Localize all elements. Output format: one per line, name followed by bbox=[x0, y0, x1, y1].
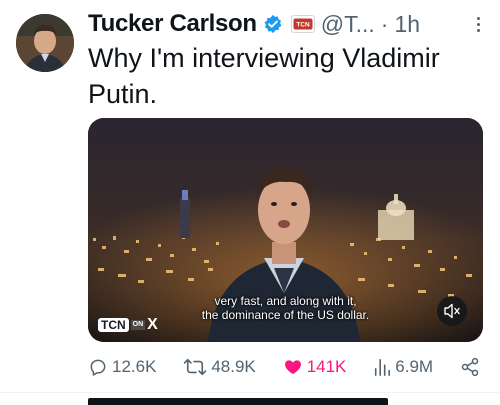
tweet-divider bbox=[0, 392, 500, 393]
avatar-image bbox=[16, 14, 74, 72]
like-button[interactable]: 141K bbox=[283, 357, 347, 377]
display-name[interactable]: Tucker Carlson bbox=[88, 10, 257, 38]
handle[interactable]: @T... bbox=[321, 11, 375, 38]
timestamp[interactable]: 1h bbox=[394, 11, 420, 38]
like-count: 141K bbox=[306, 357, 347, 376]
views-icon bbox=[375, 358, 391, 376]
views-count: 6.9M bbox=[395, 357, 434, 376]
repost-count: 48.9K bbox=[211, 357, 256, 376]
more-icon[interactable] bbox=[468, 12, 488, 36]
reply-button[interactable]: 12.6K bbox=[88, 357, 156, 377]
reply-icon bbox=[90, 359, 106, 376]
repost-button[interactable]: 48.9K bbox=[183, 357, 256, 377]
tweet-header: Tucker Carlson TCN @T... · 1h bbox=[88, 8, 488, 40]
verified-icon bbox=[264, 14, 282, 34]
tweet[interactable]: Tucker Carlson TCN @T... · 1h Why I'm in… bbox=[0, 0, 500, 405]
tcn-watermark: TCN ON X bbox=[98, 317, 158, 333]
mute-icon bbox=[444, 303, 460, 319]
next-tweet-header-cutoff bbox=[88, 398, 388, 405]
views-button[interactable]: 6.9M bbox=[373, 357, 433, 377]
affiliate-logo: TCN bbox=[293, 18, 313, 30]
watermark-on: ON bbox=[130, 320, 146, 330]
separator-dot: · bbox=[380, 10, 389, 37]
watermark-x: X bbox=[147, 316, 158, 333]
tweet-actions: 12.6K 48.9K 141K 6.9M bbox=[88, 352, 480, 382]
caption-line: very fast, and along with it, bbox=[214, 294, 357, 308]
tweet-text: Why I'm interviewing Vladimir Putin. bbox=[88, 40, 488, 112]
share-button[interactable] bbox=[460, 357, 480, 377]
share-icon bbox=[461, 357, 479, 377]
watermark-tcn: TCN bbox=[98, 318, 129, 332]
tweet-text-line: Why I'm interviewing Vladimir bbox=[88, 43, 440, 73]
affiliate-badge-icon[interactable]: TCN bbox=[290, 15, 315, 33]
like-icon bbox=[284, 360, 301, 375]
next-tweet-preview bbox=[88, 398, 468, 405]
video-player[interactable]: very fast, and along with it, the domina… bbox=[88, 118, 483, 342]
mute-button[interactable] bbox=[437, 296, 467, 326]
reply-count: 12.6K bbox=[112, 357, 157, 376]
tweet-text-line: Putin. bbox=[88, 79, 158, 109]
affiliate-logo-text: TCN bbox=[296, 22, 310, 29]
avatar[interactable] bbox=[16, 14, 74, 72]
repost-icon bbox=[184, 358, 207, 376]
